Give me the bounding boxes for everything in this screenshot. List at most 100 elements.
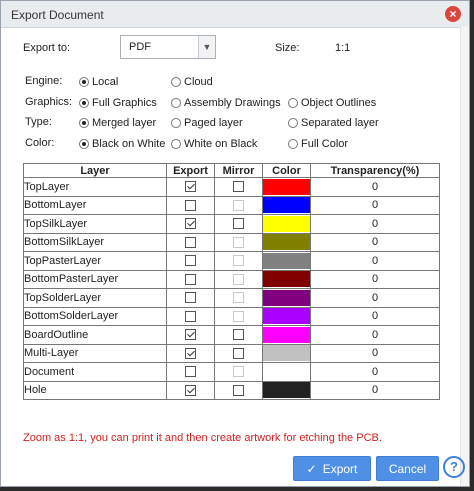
radio-label: White on Black	[184, 138, 258, 150]
export-format-select[interactable]: PDF ▼	[120, 35, 216, 59]
color-swatch[interactable]	[263, 252, 310, 269]
radio-dot[interactable]	[79, 77, 89, 87]
transparency-value[interactable]: 0	[310, 343, 440, 363]
color-swatch[interactable]	[263, 215, 310, 232]
close-icon[interactable]: ×	[445, 6, 461, 22]
transparency-value[interactable]: 0	[310, 232, 440, 252]
table-row: TopPasterLayer 0	[23, 251, 440, 271]
mirror-checkbox[interactable]	[233, 384, 244, 396]
radio-dot[interactable]	[171, 139, 181, 149]
transparency-value[interactable]: 0	[310, 269, 440, 289]
table-row: Multi-Layer 0	[23, 343, 440, 363]
mirror-checkbox[interactable]	[233, 181, 244, 193]
transparency-value[interactable]: 0	[310, 306, 440, 326]
mirror-checkbox[interactable]	[233, 218, 244, 230]
radio-dot[interactable]	[79, 118, 89, 128]
transparency-value[interactable]: 0	[310, 288, 440, 308]
cancel-button-label: Cancel	[388, 461, 427, 476]
export-checkbox[interactable]	[185, 347, 196, 359]
radio-dot[interactable]	[171, 77, 181, 87]
radio-dot[interactable]	[79, 98, 89, 108]
radio-graphics-full[interactable]: Full Graphics	[79, 96, 157, 110]
radio-color-full[interactable]: Full Color	[288, 137, 348, 151]
color-swatch[interactable]	[263, 197, 310, 214]
transparency-value[interactable]: 0	[310, 251, 440, 271]
column-header-export: Export	[166, 163, 215, 178]
transparency-value[interactable]: 0	[310, 380, 440, 400]
layer-name: Hole	[23, 380, 167, 400]
export-checkbox[interactable]	[185, 255, 196, 267]
radio-type-merged[interactable]: Merged layer	[79, 116, 156, 130]
export-checkbox[interactable]	[185, 236, 196, 248]
mirror-checkbox	[233, 292, 244, 304]
transparency-value[interactable]: 0	[310, 214, 440, 234]
mirror-checkbox	[233, 255, 244, 267]
export-checkbox[interactable]	[185, 218, 196, 230]
export-checkbox[interactable]	[185, 199, 196, 211]
export-button[interactable]: ✓ Export	[293, 456, 371, 481]
color-swatch[interactable]	[263, 308, 310, 325]
transparency-value[interactable]: 0	[310, 195, 440, 215]
color-swatch[interactable]	[263, 178, 310, 195]
table-row: TopSolderLayer 0	[23, 288, 440, 308]
title-bar[interactable]: Export Document ×	[1, 1, 469, 28]
radio-dot[interactable]	[171, 98, 181, 108]
export-checkbox[interactable]	[185, 292, 196, 304]
radio-dot[interactable]	[288, 98, 298, 108]
scrollbar[interactable]	[460, 27, 469, 486]
mirror-checkbox	[233, 236, 244, 248]
export-cell	[166, 232, 215, 252]
color-swatch[interactable]	[263, 345, 310, 362]
color-swatch[interactable]	[263, 363, 310, 380]
color-swatch[interactable]	[263, 382, 310, 399]
layer-name: Multi-Layer	[23, 343, 167, 363]
export-document-dialog: Export Document × Export to: PDF ▼ Size:…	[0, 0, 470, 487]
mirror-checkbox	[233, 310, 244, 322]
mirror-cell	[214, 269, 263, 289]
radio-engine-local[interactable]: Local	[79, 75, 118, 89]
radio-engine-cloud[interactable]: Cloud	[171, 75, 213, 89]
radio-type-paged[interactable]: Paged layer	[171, 116, 243, 130]
table-row: BottomSilkLayer 0	[23, 232, 440, 252]
layer-name: TopLayer	[23, 177, 167, 197]
radio-dot[interactable]	[288, 118, 298, 128]
color-cell	[262, 269, 311, 289]
color-swatch[interactable]	[263, 326, 310, 343]
radio-graphics-assembly[interactable]: Assembly Drawings	[171, 96, 281, 110]
color-cell	[262, 288, 311, 308]
export-checkbox[interactable]	[185, 273, 196, 285]
export-checkbox[interactable]	[185, 366, 196, 378]
radio-label: Local	[92, 76, 119, 88]
color-swatch[interactable]	[263, 289, 310, 306]
help-icon[interactable]: ?	[443, 456, 465, 478]
mirror-checkbox[interactable]	[233, 329, 244, 341]
export-checkbox[interactable]	[185, 384, 196, 396]
mirror-cell	[214, 214, 263, 234]
radio-color-black-on-white[interactable]: Black on White	[79, 137, 165, 151]
chevron-down-icon[interactable]: ▼	[198, 36, 215, 58]
radio-dot[interactable]	[79, 139, 89, 149]
color-cell	[262, 343, 311, 363]
radio-dot[interactable]	[171, 118, 181, 128]
radio-label: Cloud	[184, 76, 213, 88]
color-cell	[262, 177, 311, 197]
mirror-checkbox[interactable]	[233, 347, 244, 359]
radio-type-separated[interactable]: Separated layer	[288, 116, 379, 130]
color-swatch[interactable]	[263, 271, 310, 288]
radio-dot[interactable]	[288, 139, 298, 149]
color-swatch[interactable]	[263, 234, 310, 251]
transparency-value[interactable]: 0	[310, 177, 440, 197]
cancel-button[interactable]: Cancel	[376, 456, 439, 481]
transparency-value[interactable]: 0	[310, 325, 440, 345]
radio-color-white-on-black[interactable]: White on Black	[171, 137, 257, 151]
color-cell	[262, 195, 311, 215]
export-cell	[166, 214, 215, 234]
export-checkbox[interactable]	[185, 310, 196, 322]
radio-graphics-outlines[interactable]: Object Outlines	[288, 96, 376, 110]
layer-name: BottomSilkLayer	[23, 232, 167, 252]
export-checkbox[interactable]	[185, 329, 196, 341]
export-checkbox[interactable]	[185, 181, 196, 193]
transparency-value[interactable]: 0	[310, 362, 440, 382]
dialog-title: Export Document	[11, 8, 104, 22]
export-cell	[166, 195, 215, 215]
